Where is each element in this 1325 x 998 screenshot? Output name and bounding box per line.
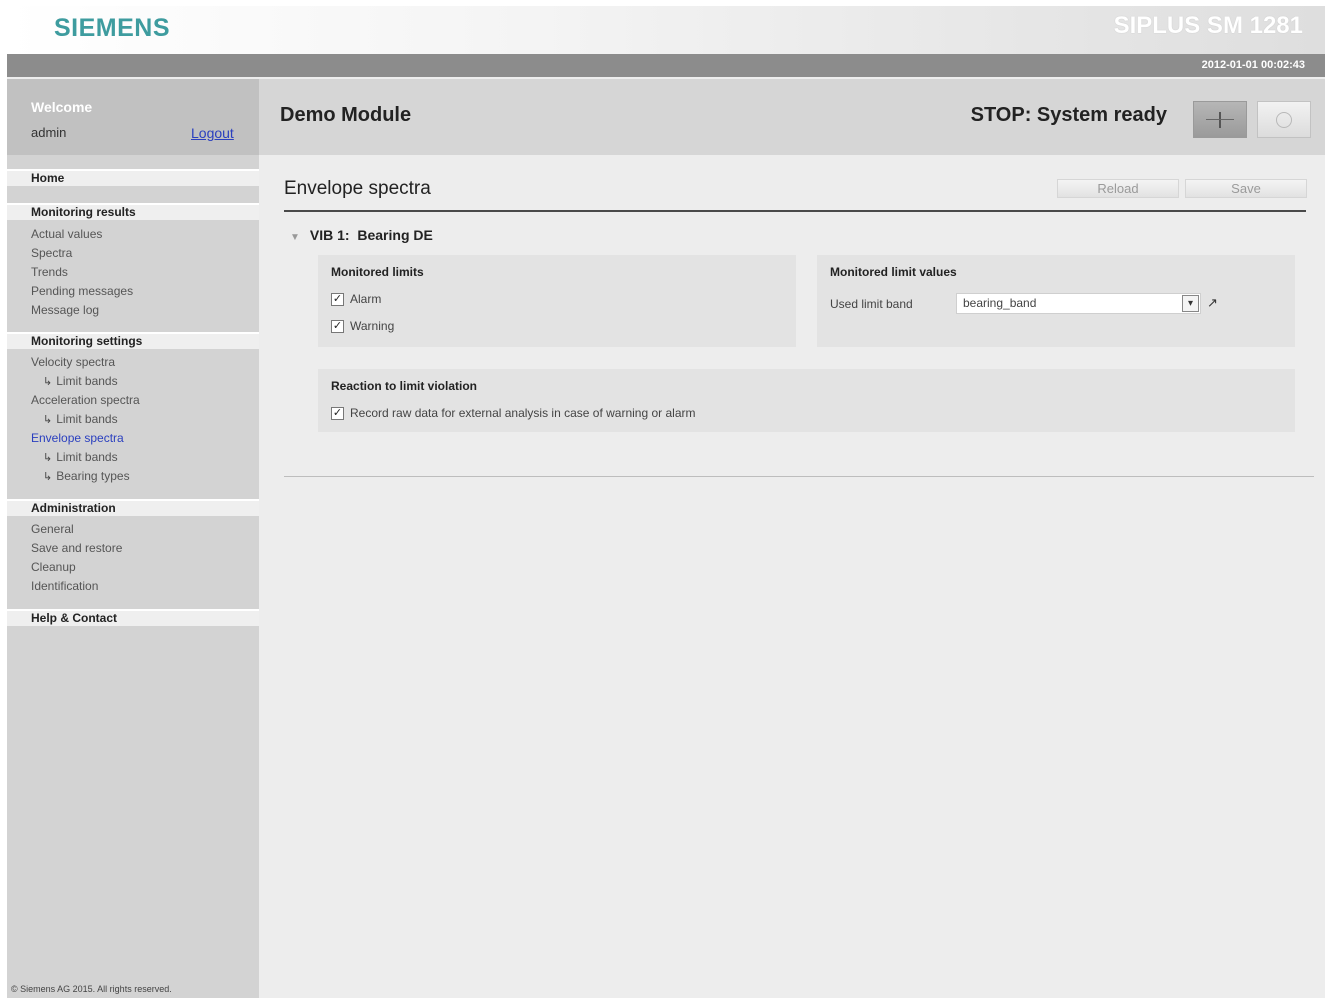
copyright-footer: © Siemens AG 2015. All rights reserved. xyxy=(11,984,172,994)
vib-group-header[interactable]: ▼ VIB 1: Bearing DE xyxy=(290,227,433,243)
date-bar: 2012-01-01 00:02:43 xyxy=(7,54,1325,77)
nav-item-identification[interactable]: Identification xyxy=(31,579,98,593)
sub-arrow-icon: ↳ xyxy=(43,452,53,464)
nav-item-label: Limit bands xyxy=(56,374,118,388)
panel-title: Monitored limits xyxy=(331,265,424,279)
page-title: Envelope spectra xyxy=(284,178,431,199)
alarm-option: ✓ Alarm xyxy=(331,292,381,306)
sub-arrow-icon: ↳ xyxy=(43,376,53,388)
vib-name: Bearing DE xyxy=(357,227,433,243)
reload-button[interactable]: Reload xyxy=(1057,179,1179,198)
warning-option: ✓ Warning xyxy=(331,319,394,333)
run-icon-line xyxy=(1206,119,1234,120)
limit-band-select[interactable]: bearing_band ▾ xyxy=(956,293,1201,314)
collapse-triangle-icon[interactable]: ▼ xyxy=(290,232,300,243)
monitored-limits-panel: Monitored limits ✓ Alarm ✓ Warning xyxy=(318,255,796,347)
nav-item-bearing-types[interactable]: ↳ Bearing types xyxy=(43,469,130,484)
monitored-limit-values-panel: Monitored limit values Used limit band b… xyxy=(817,255,1295,347)
title-divider xyxy=(284,210,1306,212)
open-link-arrow-icon[interactable]: ↗ xyxy=(1207,295,1218,311)
warning-label: Warning xyxy=(350,319,395,333)
stop-button[interactable] xyxy=(1257,101,1311,138)
nav-item-envelope-spectra[interactable]: Envelope spectra xyxy=(31,431,124,445)
nav-item-envelope-limit-bands[interactable]: ↳ Limit bands xyxy=(43,450,118,465)
reaction-panel: Reaction to limit violation ✓ Record raw… xyxy=(318,369,1295,432)
nav-item-save-restore[interactable]: Save and restore xyxy=(31,541,122,555)
nav-home[interactable]: Home xyxy=(7,169,259,186)
nav-item-acceleration-spectra[interactable]: Acceleration spectra xyxy=(31,393,140,407)
welcome-title: Welcome xyxy=(31,99,93,115)
nav-item-velocity-limit-bands[interactable]: ↳ Limit bands xyxy=(43,374,118,389)
nav-item-pending-messages[interactable]: Pending messages xyxy=(31,284,133,298)
top-bar: SIEMENS SIPLUS SM 1281 xyxy=(7,6,1325,54)
nav-heading-monitoring-results[interactable]: Monitoring results xyxy=(7,203,259,220)
nav-item-trends[interactable]: Trends xyxy=(31,265,68,279)
nav-item-label: Limit bands xyxy=(56,412,118,426)
stop-icon xyxy=(1276,111,1292,128)
chevron-down-icon[interactable]: ▾ xyxy=(1182,295,1199,312)
sub-arrow-icon: ↳ xyxy=(43,471,53,483)
nav-item-label: Bearing types xyxy=(56,469,130,483)
nav-item-spectra[interactable]: Spectra xyxy=(31,246,72,260)
nav-item-general[interactable]: General xyxy=(31,522,74,536)
sidebar: Welcome admin Logout Home Monitoring res… xyxy=(7,79,259,998)
record-raw-data-checkbox[interactable]: ✓ xyxy=(331,406,344,420)
module-name: Demo Module xyxy=(280,104,412,126)
alarm-label: Alarm xyxy=(350,292,382,306)
nav-item-velocity-spectra[interactable]: Velocity spectra xyxy=(31,355,115,369)
limit-band-value: bearing_band xyxy=(963,296,1037,310)
nav-item-acceleration-limit-bands[interactable]: ↳ Limit bands xyxy=(43,412,118,427)
datetime-display: 2012-01-01 00:02:43 xyxy=(1201,59,1305,71)
nav-item-label: Limit bands xyxy=(56,450,118,464)
nav-heading-administration[interactable]: Administration xyxy=(7,499,259,516)
warning-checkbox[interactable]: ✓ xyxy=(331,319,344,333)
used-limit-band-label: Used limit band xyxy=(830,297,913,311)
welcome-box: Welcome admin Logout xyxy=(7,79,259,155)
system-status: STOP: System ready xyxy=(970,104,1167,126)
record-raw-data-label: Record raw data for external analysis in… xyxy=(350,406,696,420)
app-frame: SIEMENS SIPLUS SM 1281 2012-01-01 00:02:… xyxy=(7,6,1325,998)
siemens-logo: SIEMENS xyxy=(54,14,171,42)
logout-link[interactable]: Logout xyxy=(191,125,234,141)
nav-help-contact[interactable]: Help & Contact xyxy=(7,609,259,626)
run-button[interactable] xyxy=(1193,101,1247,138)
nav-item-actual-values[interactable]: Actual values xyxy=(31,227,102,241)
panel-title: Reaction to limit violation xyxy=(331,379,478,393)
content-divider xyxy=(284,476,1314,477)
alarm-checkbox[interactable]: ✓ xyxy=(331,292,344,306)
nav-item-message-log[interactable]: Message log xyxy=(31,303,99,317)
panel-title: Monitored limit values xyxy=(830,265,957,279)
nav-heading-monitoring-settings[interactable]: Monitoring settings xyxy=(7,332,259,349)
record-raw-data-option: ✓ Record raw data for external analysis … xyxy=(331,406,696,420)
module-header: Demo Module STOP: System ready xyxy=(259,79,1325,155)
sub-arrow-icon: ↳ xyxy=(43,414,53,426)
user-name: admin xyxy=(31,125,67,140)
nav-item-cleanup[interactable]: Cleanup xyxy=(31,560,76,574)
vib-prefix: VIB 1: xyxy=(309,227,350,243)
save-button[interactable]: Save xyxy=(1185,179,1307,198)
product-title: SIPLUS SM 1281 xyxy=(1113,12,1303,39)
